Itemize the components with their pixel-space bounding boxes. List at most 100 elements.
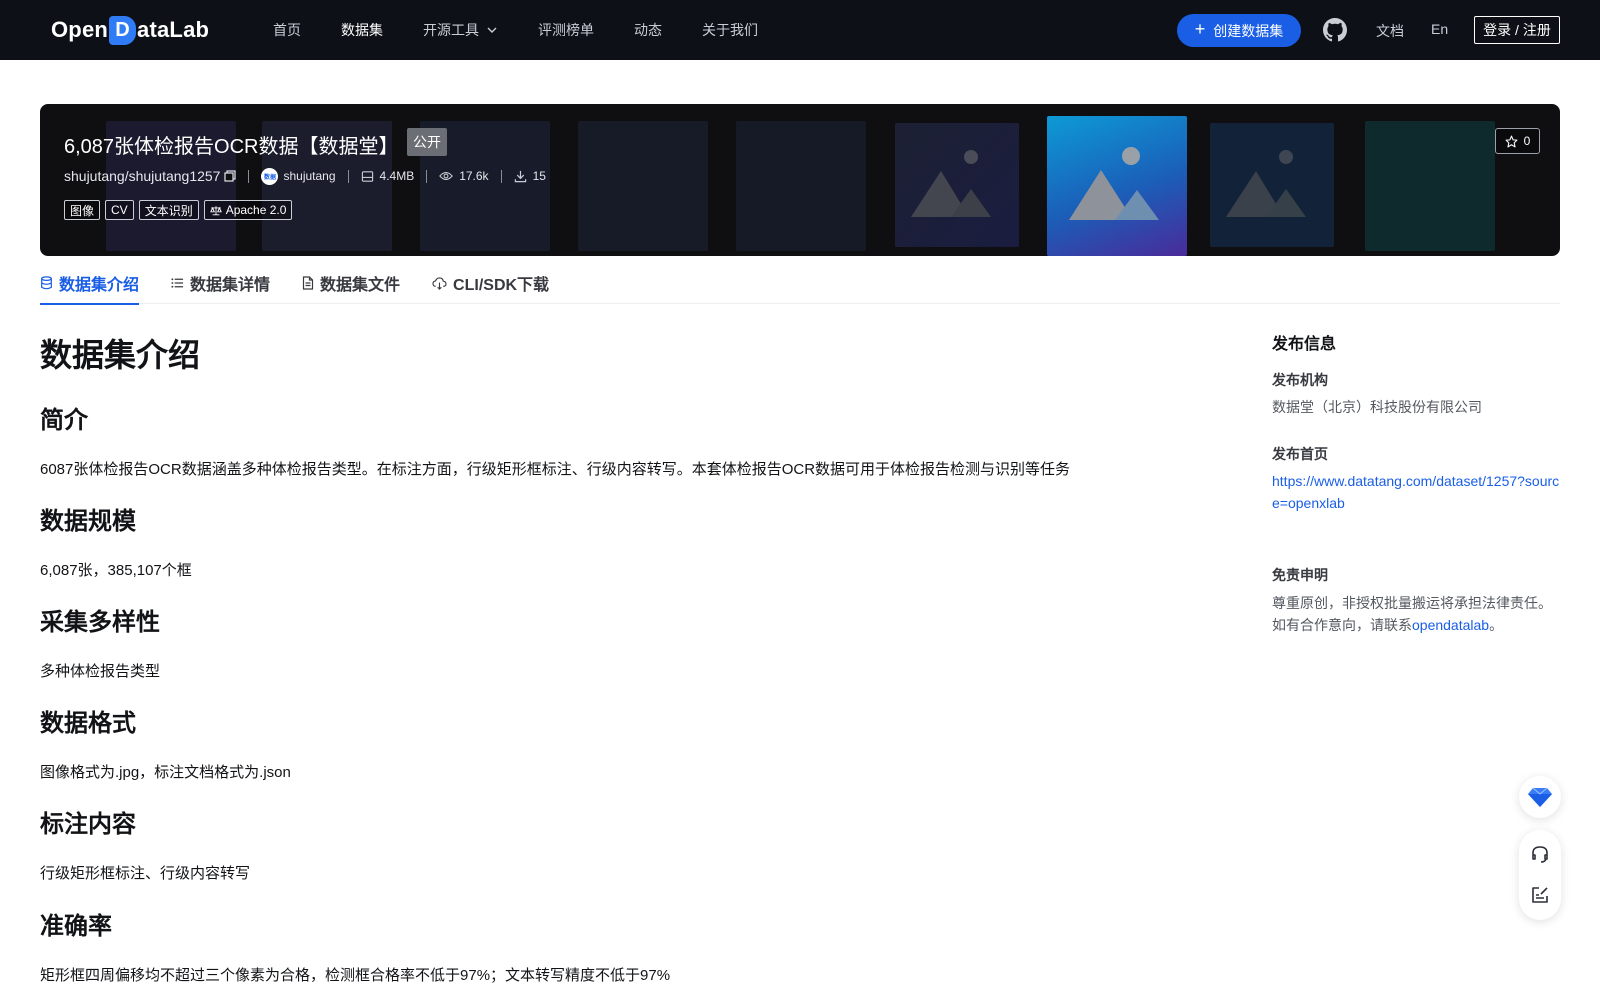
list-icon (171, 278, 184, 288)
view-count: 17.6k (459, 169, 489, 183)
login-register-button[interactable]: 登录 / 注册 (1474, 16, 1560, 44)
section-text: 矩形框四周偏移均不超过三个像素为合格，检测框合格率不低于97%；文本转写精度不低… (40, 967, 671, 984)
nav-item-datasets[interactable]: 数据集 (341, 20, 383, 40)
nav-item-about[interactable]: 关于我们 (702, 20, 758, 40)
owner-avatar[interactable]: 数据 (261, 167, 279, 185)
tab-details[interactable]: 数据集详情 (171, 262, 270, 304)
tab-cli-sdk-download[interactable]: CLI/SDK下载 (432, 262, 549, 304)
tab-label: 数据集文件 (320, 277, 401, 294)
dataset-tabs: 数据集介绍 数据集详情 数据集文件 CLI/SDK下载 (40, 262, 1560, 305)
disclaimer-label: 免责申明 (1272, 567, 1328, 583)
diamond-logo-icon (1528, 787, 1552, 807)
tag-cv[interactable]: CV (105, 200, 134, 220)
database-icon (41, 276, 52, 290)
section-heading: 准确率 (40, 913, 112, 940)
meta-divider (248, 169, 250, 183)
nav-item-open-source-tools[interactable]: 开源工具 (423, 20, 498, 40)
disclaimer-end: 。 (1489, 617, 1504, 633)
meta-divider (347, 169, 349, 183)
tag-image[interactable]: 图像 (64, 200, 101, 220)
homepage-label: 发布首页 (1272, 446, 1328, 462)
image-placeholder-icon (911, 150, 991, 217)
section-heading: 标注内容 (40, 811, 136, 838)
chevron-down-icon (487, 27, 497, 33)
dataset-size: 4.4MB (379, 169, 415, 183)
storage-icon (361, 170, 373, 182)
create-dataset-label: 创建数据集 (1213, 22, 1284, 39)
tag-ocr[interactable]: 文本识别 (138, 200, 199, 220)
tab-label: CLI/SDK下载 (453, 277, 550, 294)
copy-icon[interactable] (224, 170, 237, 182)
file-icon (302, 276, 314, 290)
section-heading: 数据规模 (40, 508, 136, 535)
star-count: 0 (1523, 134, 1531, 148)
publisher-name: 数据堂（北京）科技股份有限公司 (1272, 399, 1482, 415)
section-text: 6,087张，385,107个框 (40, 562, 192, 579)
license-tag[interactable]: Apache 2.0 (203, 200, 293, 220)
feedback-edit-icon[interactable] (1530, 885, 1550, 905)
scale-icon (209, 205, 222, 215)
section-heading: 采集多样性 (40, 609, 160, 636)
language-switch[interactable]: En (1431, 21, 1448, 37)
star-button[interactable]: 0 (1495, 128, 1540, 154)
nav-item-label: 动态 (634, 22, 662, 38)
contact-link[interactable]: opendatalab (1412, 617, 1489, 633)
preview-thumbnail[interactable] (736, 121, 866, 251)
nav-item-label: 关于我们 (702, 22, 758, 38)
section-text: 6087张体检报告OCR数据涵盖多种体检报告类型。在标注方面，行级矩形框标注、行… (40, 461, 1071, 478)
logo-text-open: Open (51, 17, 109, 42)
tab-label: 数据集详情 (190, 277, 271, 294)
nav-item-label: 数据集 (341, 22, 383, 38)
nav-menu: 首页 数据集 开源工具 评测榜单 动态 关于我们 (273, 0, 798, 60)
section-text: 行级矩形框标注、行级内容转写 (40, 865, 251, 882)
tag-list: 图像 CV 文本识别 Apache 2.0 (64, 200, 297, 220)
publish-info-title: 发布信息 (1272, 336, 1337, 353)
preview-thumbnail[interactable] (578, 121, 708, 251)
logo-d-mark: D (109, 15, 137, 45)
cloud-download-icon (432, 276, 447, 290)
side-tools (1519, 830, 1561, 920)
headset-icon[interactable] (1530, 844, 1550, 864)
visibility-badge: 公开 (407, 128, 447, 156)
nav-item-home[interactable]: 首页 (273, 20, 301, 40)
top-nav: Open D ataLab 首页 数据集 开源工具 评测榜单 动态 关于我们 +… (0, 0, 1600, 60)
meta-divider (500, 169, 502, 183)
dataset-meta: shujutang/shujutang1257 数据 shujutang 4.4… (64, 166, 546, 186)
publisher-label: 发布机构 (1272, 372, 1328, 388)
nav-item-label: 开源工具 (423, 22, 479, 38)
download-count: 15 (532, 169, 546, 183)
page-title: 数据集介绍 (40, 337, 201, 373)
section-text: 图像格式为.jpg，标注文档格式为.json (40, 764, 291, 781)
github-icon[interactable] (1323, 18, 1347, 42)
disclaimer-line-1: 尊重原创，非授权批量搬运将承担法律责任。 (1272, 595, 1552, 611)
image-placeholder-icon (1226, 150, 1306, 217)
star-icon (1505, 135, 1518, 147)
dataset-title: 6,087张体检报告OCR数据【数据堂】 (64, 136, 399, 158)
preview-thumbnail[interactable] (1210, 123, 1334, 247)
image-placeholder-icon (1069, 147, 1159, 220)
dataset-banner: 6,087张体检报告OCR数据【数据堂】 公开 0 shujutang/shuj… (40, 104, 1560, 256)
nav-item-leaderboard[interactable]: 评测榜单 (538, 20, 594, 40)
section-text: 多种体检报告类型 (40, 663, 161, 680)
preview-thumbnail[interactable] (1365, 121, 1495, 251)
homepage-link[interactable]: https://www.datatang.com/dataset/1257?so… (1272, 470, 1562, 514)
disclaimer-text: 尊重原创，非授权批量搬运将承担法律责任。 如有合作意向，请联系opendatal… (1272, 592, 1562, 636)
tab-files[interactable]: 数据集文件 (302, 262, 400, 304)
nav-item-label: 评测榜单 (538, 22, 594, 38)
meta-divider (426, 169, 428, 183)
assistant-button[interactable] (1519, 776, 1561, 818)
plus-icon: + (1194, 19, 1206, 39)
nav-item-label: 首页 (273, 22, 301, 38)
preview-thumbnail[interactable] (895, 123, 1019, 247)
logo-text-atalab: ataLab (137, 17, 210, 42)
opendatalab-logo[interactable]: Open D ataLab (51, 14, 209, 46)
nav-item-news[interactable]: 动态 (634, 20, 662, 40)
tab-label: 数据集介绍 (59, 277, 140, 294)
owner-name[interactable]: shujutang (283, 169, 335, 183)
nav-docs-link[interactable]: 文档 (1376, 21, 1404, 41)
preview-thumbnail-active[interactable] (1047, 116, 1187, 256)
section-heading: 数据格式 (40, 710, 136, 737)
tab-introduction[interactable]: 数据集介绍 (40, 262, 140, 305)
create-dataset-button[interactable]: + 创建数据集 (1177, 14, 1301, 47)
section-heading: 简介 (40, 407, 88, 434)
